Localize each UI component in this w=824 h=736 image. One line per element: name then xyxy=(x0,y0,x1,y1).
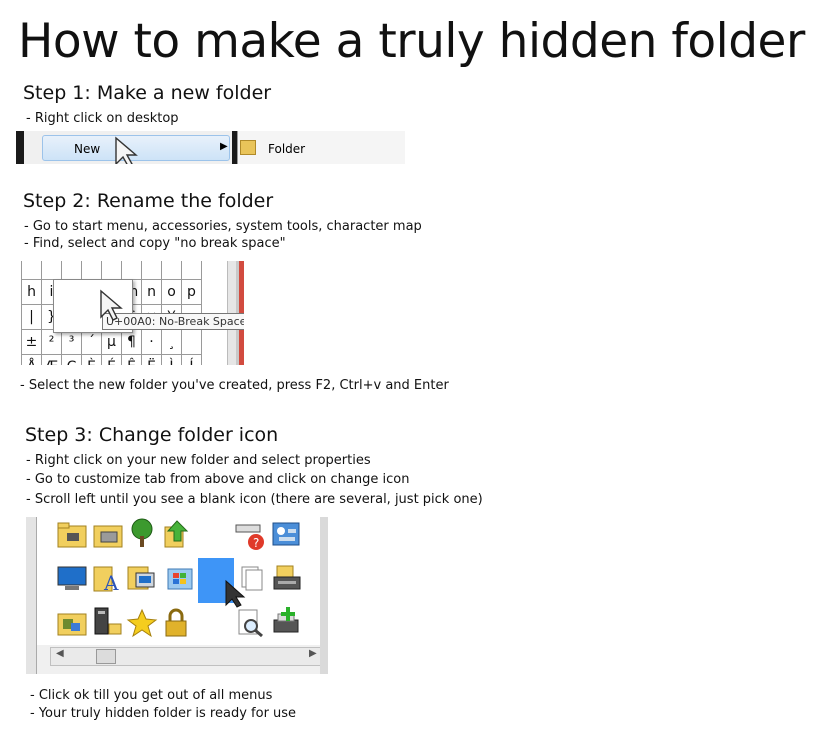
char-cell[interactable]: | xyxy=(21,304,42,330)
char-cell[interactable]: É xyxy=(101,354,122,365)
fonts-folder-icon[interactable]: A xyxy=(92,563,124,593)
control-panel-icon[interactable] xyxy=(271,520,303,550)
char-cell[interactable]: ¶ xyxy=(121,329,142,355)
search-document-icon[interactable] xyxy=(234,608,266,638)
dialog-right-edge xyxy=(320,517,328,674)
step3-line-3: - Scroll left until you see a blank icon… xyxy=(26,492,483,507)
char-cell[interactable]: Ê xyxy=(121,354,142,365)
char-cell[interactable]: Æ xyxy=(41,354,62,365)
computer-folder-icon[interactable] xyxy=(126,563,158,593)
char-cell[interactable]: ´ xyxy=(81,329,102,355)
char-cell[interactable]: h xyxy=(21,279,42,305)
footer-line-2: - Your truly hidden folder is ready for … xyxy=(30,706,297,721)
char-cell[interactable]: ³ xyxy=(61,329,82,355)
printer-folder-icon[interactable] xyxy=(271,563,303,593)
menu-item-folder[interactable]: Folder xyxy=(268,142,305,156)
char-cell[interactable]: n xyxy=(141,279,162,305)
step2-line-1: - Go to start menu, accessories, system … xyxy=(24,219,422,234)
submenu-arrow-icon: ▶ xyxy=(220,141,228,152)
char-cell[interactable]: Å xyxy=(21,354,42,365)
drive-folder-icon[interactable] xyxy=(92,520,124,550)
horizontal-scrollbar[interactable] xyxy=(50,647,322,666)
step3-screenshot: ? A ◀ ▶ xyxy=(26,517,328,674)
char-cell[interactable]: ± xyxy=(21,329,42,355)
scroll-left-icon[interactable]: ◀ xyxy=(56,648,64,659)
mouse-cursor-icon xyxy=(115,136,138,164)
add-printer-icon[interactable] xyxy=(271,606,303,636)
char-cell[interactable]: µ xyxy=(101,329,122,355)
char-cell[interactable]: ¸ xyxy=(161,329,182,355)
dialog-left-edge xyxy=(26,517,37,674)
submenu xyxy=(237,131,405,164)
char-cell[interactable]: · xyxy=(141,329,162,355)
char-cell[interactable]: È xyxy=(81,354,102,365)
monitor-icon[interactable] xyxy=(56,563,88,593)
step3-line-1: - Right click on your new folder and sel… xyxy=(26,453,371,468)
char-cell[interactable] xyxy=(181,329,202,355)
menu-item-new[interactable]: New xyxy=(74,142,100,156)
tools-folder-icon[interactable] xyxy=(56,608,88,638)
svg-text:?: ? xyxy=(253,536,259,550)
svg-text:A: A xyxy=(103,571,119,593)
folder-icon xyxy=(240,140,256,155)
scroll-right-icon[interactable]: ▶ xyxy=(309,648,317,659)
mouse-cursor-icon xyxy=(225,579,246,608)
windows-folder-icon[interactable] xyxy=(164,563,196,593)
step2-heading: Step 2: Rename the folder xyxy=(23,190,274,212)
step2-screenshot: h i j k l m n o p | } ~ ¡ ¢ £ ¤ ¥ ± ² ³ … xyxy=(21,261,244,365)
char-cell[interactable]: Ç xyxy=(61,354,82,365)
step2-after: - Select the new folder you've created, … xyxy=(20,378,449,393)
mouse-cursor-icon xyxy=(100,289,123,321)
char-cell[interactable]: Ë xyxy=(141,354,162,365)
page-title: How to make a truly hidden folder xyxy=(18,14,805,69)
step1-heading: Step 1: Make a new folder xyxy=(23,82,272,104)
char-cell[interactable]: Ì xyxy=(161,354,182,365)
char-cell[interactable]: p xyxy=(181,279,202,305)
step1-line-1: - Right click on desktop xyxy=(26,111,179,126)
step1-screenshot: New ▶ Folder xyxy=(16,131,405,164)
footer-line-1: - Click ok till you get out of all menus xyxy=(30,688,273,703)
tree-icon[interactable] xyxy=(126,518,158,548)
lock-icon[interactable] xyxy=(160,608,192,638)
star-icon[interactable] xyxy=(126,608,158,638)
server-icon[interactable] xyxy=(92,606,124,636)
upload-folder-icon[interactable] xyxy=(160,519,192,549)
step2-line-2: - Find, select and copy "no break space" xyxy=(24,236,286,251)
folder-icon[interactable] xyxy=(56,520,88,550)
char-cell[interactable]: ² xyxy=(41,329,62,355)
scrollbar-thumb[interactable] xyxy=(96,649,116,664)
step3-heading: Step 3: Change folder icon xyxy=(25,424,279,446)
help-network-icon[interactable]: ? xyxy=(234,522,266,552)
step3-line-2: - Go to customize tab from above and cli… xyxy=(26,472,410,487)
char-cell[interactable]: Í xyxy=(181,354,202,365)
char-cell[interactable]: o xyxy=(161,279,182,305)
